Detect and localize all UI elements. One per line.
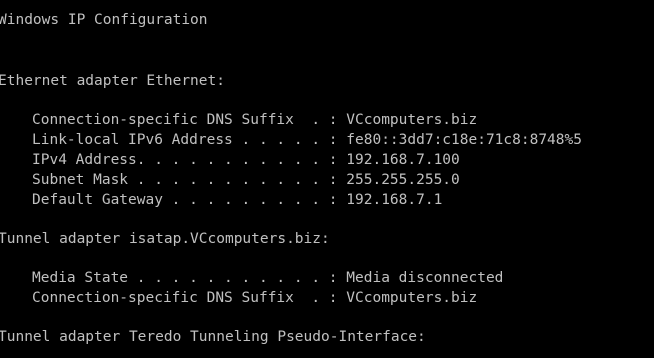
dns-suffix-line: Connection-specific DNS Suffix . : VCcom… — [32, 112, 478, 128]
subnet-mask-line: Subnet Mask . . . . . . . . . . . : 255.… — [32, 172, 460, 188]
dns-suffix-line-2: Connection-specific DNS Suffix . : VCcom… — [32, 290, 478, 306]
media-state-line: Media State . . . . . . . . . . . : Medi… — [32, 270, 504, 286]
title-line: Windows IP Configuration — [0, 12, 208, 28]
default-gateway-line: Default Gateway . . . . . . . . . : 192.… — [32, 192, 443, 208]
section-header-ethernet: Ethernet adapter Ethernet: — [0, 73, 225, 89]
section-header-teredo: Tunnel adapter Teredo Tunneling Pseudo-I… — [0, 329, 426, 345]
ipv4-line: IPv4 Address. . . . . . . . . . . : 192.… — [32, 152, 460, 168]
section-header-isatap: Tunnel adapter isatap.VCcomputers.biz: — [0, 231, 330, 247]
console-output[interactable]: Windows IP Configuration Ethernet adapte… — [0, 0, 654, 358]
ipv6-line: Link-local IPv6 Address . . . . . : fe80… — [32, 132, 582, 148]
